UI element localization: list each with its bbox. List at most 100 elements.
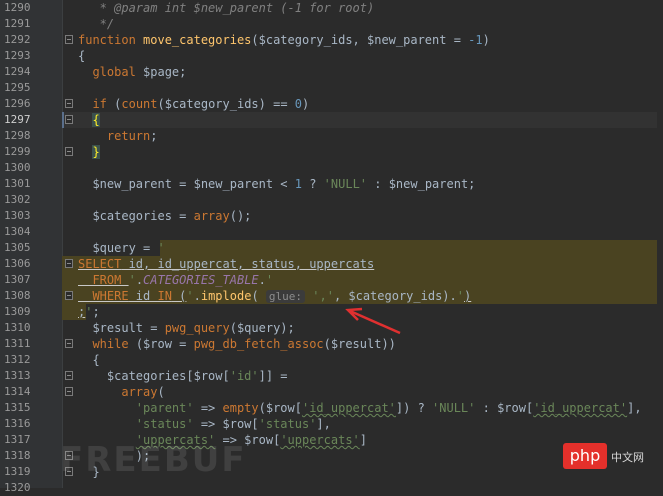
code-text: } bbox=[78, 144, 100, 160]
code-token: implode bbox=[200, 289, 252, 303]
code-token: * @param int $new_parent (-1 for root) bbox=[78, 1, 375, 15]
code-line[interactable]: 1305 $query = ' bbox=[0, 240, 663, 256]
code-text: global $page; bbox=[78, 64, 186, 80]
code-token: 'status' bbox=[135, 417, 194, 431]
code-line[interactable]: 1302 bbox=[0, 192, 663, 208]
fold-toggle-icon[interactable] bbox=[65, 35, 73, 44]
line-number: 1299 bbox=[4, 145, 31, 158]
code-token: $categories[$row[ bbox=[78, 369, 230, 383]
code-line[interactable]: 1296 if (count($category_ids) == 0) bbox=[0, 96, 663, 112]
code-token: array bbox=[193, 209, 230, 223]
code-editor[interactable]: 1290 * @param int $new_parent (-1 for ro… bbox=[0, 0, 663, 494]
code-token: ], bbox=[316, 417, 331, 431]
code-token: count bbox=[121, 97, 158, 111]
code-token: $categories = bbox=[78, 209, 194, 223]
code-token: 'id_uppercat' bbox=[301, 401, 396, 415]
code-token: ; bbox=[92, 305, 100, 319]
line-background bbox=[62, 112, 657, 128]
line-number: 1300 bbox=[4, 161, 31, 174]
code-text: $query = ' bbox=[78, 240, 164, 256]
code-token: ',' bbox=[312, 289, 334, 303]
fold-toggle-icon[interactable] bbox=[65, 115, 73, 124]
code-token: ) bbox=[302, 97, 310, 111]
code-line[interactable]: 1290 * @param int $new_parent (-1 for ro… bbox=[0, 0, 663, 16]
code-text: array( bbox=[78, 384, 165, 400]
code-line[interactable]: 1303 $categories = array(); bbox=[0, 208, 663, 224]
line-background bbox=[62, 160, 657, 176]
code-line[interactable]: 1301 $new_parent = $new_parent < 1 ? 'NU… bbox=[0, 176, 663, 192]
code-line[interactable]: 1293 { bbox=[0, 48, 663, 64]
code-token: => $row[ bbox=[193, 417, 259, 431]
code-line[interactable]: 1294 global $page; bbox=[0, 64, 663, 80]
code-text: 'parent' => empty($row['id_uppercat']) ?… bbox=[78, 400, 642, 416]
line-background bbox=[62, 304, 657, 320]
code-text: ;'; bbox=[78, 304, 100, 320]
sql-injection-highlight bbox=[160, 240, 657, 256]
code-line[interactable]: 1316 'status' => $row['status'], bbox=[0, 416, 663, 432]
code-token: ], bbox=[627, 401, 642, 415]
code-line[interactable]: 1320 bbox=[0, 480, 663, 496]
fold-toggle-icon[interactable] bbox=[65, 371, 73, 380]
code-token: ( bbox=[171, 289, 187, 303]
line-number: 1314 bbox=[4, 385, 31, 398]
code-line[interactable]: 1295 bbox=[0, 80, 663, 96]
code-text: $categories = array(); bbox=[78, 208, 251, 224]
code-line[interactable]: 1308 WHERE id IN ('.implode( glue: ',', … bbox=[0, 288, 663, 304]
code-line[interactable]: 1291 */ bbox=[0, 16, 663, 32]
code-line[interactable]: 1312 { bbox=[0, 352, 663, 368]
code-token: => bbox=[193, 401, 223, 415]
code-token: ( bbox=[157, 385, 165, 399]
code-token: CATEGORIES_TABLE bbox=[143, 273, 259, 287]
fold-toggle-icon[interactable] bbox=[65, 387, 73, 396]
code-line[interactable]: 1309 ;'; bbox=[0, 304, 663, 320]
code-token: ($row[ bbox=[258, 401, 302, 415]
code-token: : $new_parent; bbox=[367, 177, 476, 191]
code-line[interactable]: 1298 return; bbox=[0, 128, 663, 144]
code-line[interactable]: 1313 $categories[$row['id']] = bbox=[0, 368, 663, 384]
code-token: ' bbox=[456, 289, 464, 303]
code-token: move_categories bbox=[143, 33, 252, 47]
code-token: ]) ? bbox=[395, 401, 433, 415]
code-token: return bbox=[106, 129, 151, 143]
code-line[interactable]: 1306 SELECT id, id_uppercat, status, uppe… bbox=[0, 256, 663, 272]
line-number: 1305 bbox=[4, 241, 31, 254]
code-token: $result = bbox=[78, 321, 165, 335]
code-line[interactable]: 1310 $result = pwg_query($query); bbox=[0, 320, 663, 336]
fold-toggle-icon[interactable] bbox=[65, 147, 73, 156]
code-token: ($result)) bbox=[323, 337, 396, 351]
fold-toggle-icon[interactable] bbox=[65, 99, 73, 108]
code-token: pwg_db_fetch_assoc bbox=[193, 337, 324, 351]
code-token: global bbox=[92, 65, 144, 79]
code-line[interactable]: 1297 { bbox=[0, 112, 663, 128]
fold-toggle-icon[interactable] bbox=[65, 339, 73, 348]
code-line[interactable]: 1304 bbox=[0, 224, 663, 240]
code-token: WHERE bbox=[78, 289, 129, 303]
fold-toggle-icon[interactable] bbox=[65, 291, 73, 300]
code-line[interactable]: 1299 } bbox=[0, 144, 663, 160]
code-token: -1 bbox=[468, 33, 483, 47]
line-number: 1311 bbox=[4, 337, 31, 350]
code-line[interactable]: 1292 function move_categories($category_i… bbox=[0, 32, 663, 48]
line-number: 1291 bbox=[4, 17, 31, 30]
code-text: if (count($category_ids) == 0) bbox=[78, 96, 309, 112]
code-token: id, id_uppercat, status, uppercats bbox=[121, 257, 375, 271]
code-line[interactable]: 1315 'parent' => empty($row['id_uppercat… bbox=[0, 400, 663, 416]
code-line[interactable]: 1307 FROM '.CATEGORIES_TABLE.' bbox=[0, 272, 663, 288]
code-token: */ bbox=[78, 17, 115, 31]
code-line[interactable]: 1314 array( bbox=[0, 384, 663, 400]
code-token: $page; bbox=[143, 65, 187, 79]
code-token: ] bbox=[359, 433, 368, 447]
fold-toggle-icon[interactable] bbox=[65, 259, 73, 268]
code-line[interactable]: 1300 bbox=[0, 160, 663, 176]
line-background bbox=[62, 16, 657, 32]
line-number: 1308 bbox=[4, 289, 31, 302]
code-text: { bbox=[78, 352, 99, 368]
code-line[interactable]: 1311 while ($row = pwg_db_fetch_assoc($r… bbox=[0, 336, 663, 352]
line-background bbox=[62, 48, 657, 64]
code-token: ' bbox=[265, 273, 274, 287]
code-token: : $row[ bbox=[475, 401, 534, 415]
line-number: 1297 bbox=[4, 113, 31, 126]
